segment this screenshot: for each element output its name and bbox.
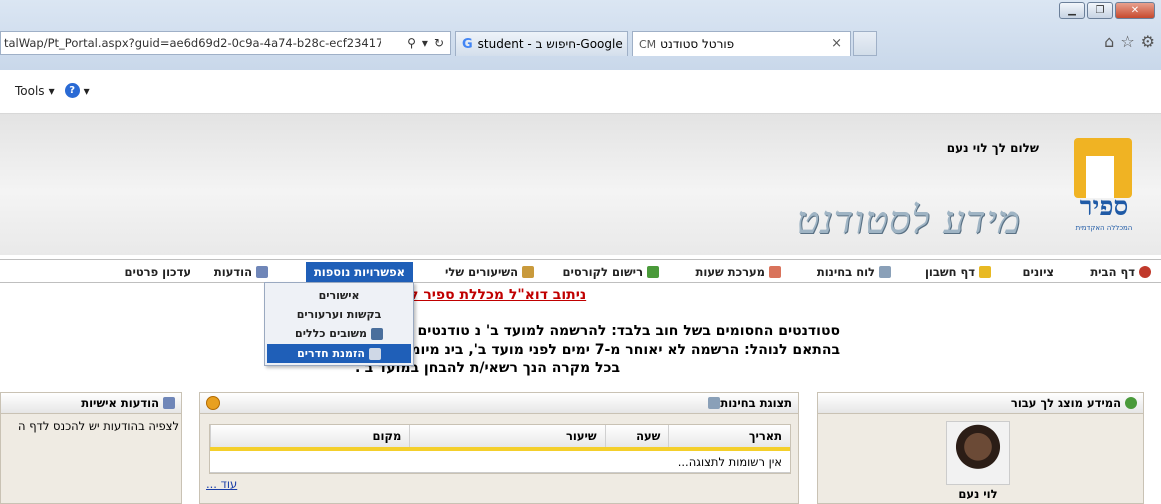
nav-more-options[interactable]: אפשרויות נוספות — [305, 262, 413, 282]
nav-grades[interactable]: ציונים — [1023, 262, 1054, 282]
nav-account[interactable]: דף חשבון — [925, 262, 991, 282]
profile-panel: המידע מוצג לך עבור לוי נעם — [817, 392, 1144, 504]
student-name: לוי נעם — [958, 487, 998, 501]
personal-messages-panel: הודעות אישיות לצפיה בהודעות יש להכנס לדף… — [0, 392, 182, 504]
panel-title: המידע מוצג לך עבור — [1010, 396, 1121, 410]
college-logo: ספיר המכללה האקדמית — [1060, 134, 1146, 236]
favorites-star-icon[interactable]: ☆ — [1120, 32, 1134, 51]
tools-label: Tools — [15, 83, 45, 98]
lessons-icon — [522, 266, 534, 278]
column-header-date[interactable]: תאריך — [668, 425, 790, 447]
site-title: מידע לסטודנט — [796, 198, 1021, 242]
more-options-dropdown: אישורים בקשות וערעורים משובים כללים הזמנ… — [264, 282, 414, 366]
maximize-icon[interactable]: ❐ — [1087, 2, 1113, 19]
empty-table-message: אין רשומות לתצוגה... — [210, 451, 790, 473]
exams-panel: תצוגת בחינות תאריך שעה שיעור מקום אין רש… — [199, 392, 799, 504]
window-controls: ▁ ❐ ✕ — [1059, 2, 1155, 19]
nav-update-details[interactable]: עדכון פרטים — [124, 262, 191, 282]
tab-label: פורטל סטודנט — [660, 37, 735, 51]
collapse-toggle-icon[interactable] — [206, 396, 220, 410]
menu-item-approvals[interactable]: אישורים — [267, 286, 411, 305]
tools-menu[interactable]: Tools ▾ ? ▾ — [15, 83, 90, 98]
tab-label: student - חיפוש ב-Google — [477, 37, 623, 51]
google-icon: G — [462, 36, 473, 52]
address-input[interactable]: talWap/Pt_Portal.aspx?guid=ae6d69d2-0c9a… — [1, 36, 381, 50]
panel-header: תצוגת בחינות — [200, 393, 798, 414]
nav-home[interactable]: דף הבית — [1090, 262, 1151, 282]
exam-board-icon — [708, 397, 721, 409]
close-window-icon[interactable]: ✕ — [1115, 2, 1155, 19]
nav-my-lessons[interactable]: השיעורים שלי — [445, 262, 534, 282]
menu-item-requests[interactable]: בקשות וערעורים — [267, 305, 411, 324]
panel-header: המידע מוצג לך עבור — [818, 393, 1143, 414]
personal-messages-text: לצפיה בהודעות יש להכנס לדף ה — [18, 419, 179, 433]
avatar — [946, 421, 1010, 485]
messages-icon — [163, 397, 175, 409]
menu-item-feedback[interactable]: משובים כללים — [267, 324, 411, 343]
address-bar[interactable]: talWap/Pt_Portal.aspx?guid=ae6d69d2-0c9a… — [0, 31, 451, 55]
command-bar: Tools ▾ ? ▾ — [0, 70, 1161, 114]
exam-board-icon — [879, 266, 891, 278]
more-link[interactable]: עוד ... — [206, 477, 237, 491]
room-booking-icon — [368, 347, 381, 360]
home-icon — [1139, 266, 1151, 278]
nav-exam-board[interactable]: לוח בחינות — [817, 262, 891, 282]
tab-google-search[interactable]: G student - חיפוש ב-Google — [455, 31, 628, 56]
messages-icon — [256, 266, 268, 278]
column-header-time[interactable]: שעה — [604, 425, 669, 447]
close-tab-icon[interactable]: × — [831, 36, 842, 51]
menu-item-room-booking[interactable]: הזמנת חדרים — [267, 344, 411, 363]
tab-student-portal[interactable]: CM פורטל סטודנט × — [632, 31, 851, 56]
greeting-text: שלום לך לוי נעם — [946, 141, 1039, 155]
search-icon[interactable]: ⚲ — [407, 36, 416, 50]
main-nav: דף הבית ציונים דף חשבון לוח בחינות מערכת… — [0, 259, 1161, 283]
browser-toolbar-icons: ⌂ ☆ ⚙ — [1104, 32, 1155, 51]
new-tab-button[interactable] — [853, 31, 877, 56]
register-icon — [647, 266, 659, 278]
table-header-row: תאריך שעה שיעור מקום — [210, 425, 790, 451]
browser-chrome: ▁ ❐ ✕ talWap/Pt_Portal.aspx?guid=ae6d69d… — [0, 0, 1161, 70]
wallet-icon — [979, 266, 991, 278]
nav-messages[interactable]: הודעות — [214, 262, 268, 282]
chevron-down-icon: ▾ — [48, 83, 55, 98]
user-info-icon — [1125, 397, 1137, 409]
dropdown-arrow-icon[interactable]: ▾ — [422, 36, 428, 50]
schedule-icon — [769, 266, 781, 278]
feedback-icon — [370, 327, 383, 340]
refresh-icon[interactable]: ↻ — [434, 36, 444, 50]
exams-table: תאריך שעה שיעור מקום אין רשומות לתצוגה..… — [209, 424, 791, 474]
chevron-down-icon: ▾ — [83, 83, 90, 98]
notice-line-1: סטודנטים החסומים בשל חוב בלבד: להרשמה למ… — [350, 323, 840, 339]
minimize-icon[interactable]: ▁ — [1059, 2, 1085, 19]
panel-title: תצוגת בחינות — [720, 396, 792, 410]
panel-header: הודעות אישיות — [1, 393, 181, 414]
nav-course-registration[interactable]: רישום לקורסים — [563, 262, 659, 282]
home-icon[interactable]: ⌂ — [1104, 32, 1114, 51]
email-routing-link[interactable]: ניתוב דוא"ל מכללת ספיר ל — [410, 287, 586, 303]
help-icon[interactable]: ? — [64, 83, 80, 98]
settings-gear-icon[interactable]: ⚙ — [1141, 32, 1155, 51]
portal-header: שלום לך לוי נעם מידע לסטודנט ספיר המכללה… — [0, 114, 1161, 255]
column-header-lesson[interactable]: שיעור — [409, 425, 604, 447]
column-header-location[interactable]: מקום — [210, 425, 409, 447]
notice-line-2: בהתאם לנוהל: הרשמה לא יאוחר מ-7 ימים לפנ… — [303, 342, 840, 358]
panel-title: הודעות אישיות — [81, 396, 159, 410]
nav-schedule[interactable]: מערכת שעות — [696, 262, 781, 282]
portal-favicon-icon: CM — [639, 37, 657, 51]
